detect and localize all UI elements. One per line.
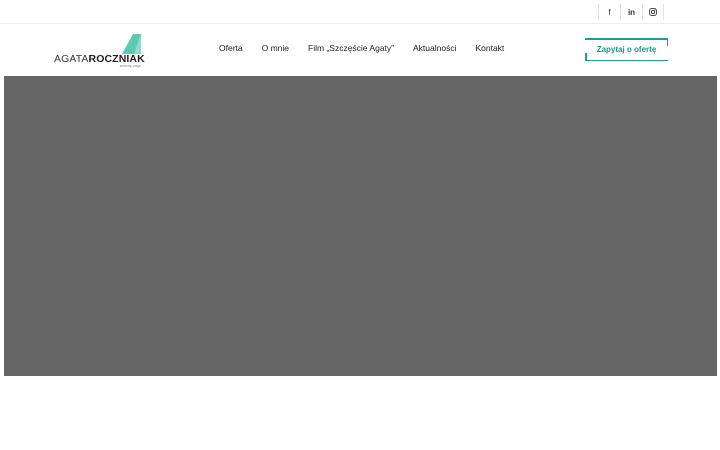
ask-offer-label: Zapytaj o ofertę bbox=[596, 45, 657, 54]
button-border-bottom bbox=[585, 59, 668, 61]
instagram-link[interactable] bbox=[642, 4, 664, 20]
facebook-icon: f bbox=[608, 7, 611, 17]
button-border-right bbox=[666, 38, 668, 46]
logo-text-light: AGATA bbox=[54, 53, 89, 65]
top-bar: f in bbox=[0, 0, 720, 24]
button-border-top bbox=[585, 38, 668, 40]
main-nav: Oferta O mnie Film „Szczęście Agaty” Akt… bbox=[219, 43, 504, 53]
ask-offer-button[interactable]: Zapytaj o ofertę bbox=[585, 38, 668, 61]
site-logo[interactable]: AGATAROCZNIAK zmienię pasje bbox=[54, 34, 145, 68]
hero-banner bbox=[4, 76, 717, 376]
site-header: AGATAROCZNIAK zmienię pasje Oferta O mni… bbox=[0, 24, 720, 76]
instagram-icon bbox=[649, 8, 657, 16]
nav-item-oferta[interactable]: Oferta bbox=[219, 43, 243, 53]
logo-mark-icon bbox=[122, 34, 141, 54]
button-border-left bbox=[585, 53, 587, 61]
linkedin-link[interactable]: in bbox=[620, 4, 642, 20]
linkedin-icon: in bbox=[627, 7, 636, 17]
nav-item-o-mnie[interactable]: O mnie bbox=[262, 43, 289, 53]
nav-item-kontakt[interactable]: Kontakt bbox=[475, 43, 504, 53]
nav-item-aktualnosci[interactable]: Aktualności bbox=[413, 43, 456, 53]
logo-tagline: zmienię pasje bbox=[119, 64, 141, 68]
social-links: f in bbox=[598, 4, 664, 20]
facebook-link[interactable]: f bbox=[598, 4, 620, 20]
nav-item-film[interactable]: Film „Szczęście Agaty” bbox=[308, 43, 394, 53]
